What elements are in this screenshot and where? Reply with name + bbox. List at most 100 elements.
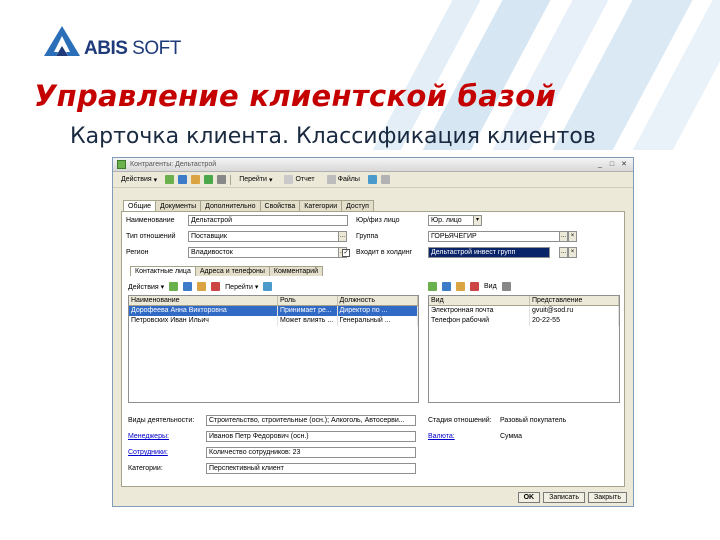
contact-position: Директор по ... bbox=[337, 306, 418, 316]
add-phone-icon[interactable] bbox=[428, 282, 437, 291]
holding-clear-button[interactable]: × bbox=[568, 247, 577, 258]
window-footer: OK Записать Закрыть bbox=[113, 489, 633, 506]
col-kind[interactable]: Вид bbox=[429, 296, 530, 305]
write-button[interactable]: Записать bbox=[543, 492, 586, 503]
contact-name: Дорофеева Анна Викторовна bbox=[129, 306, 278, 316]
ok-button[interactable]: OK bbox=[517, 492, 541, 503]
contacts-table: Наименование Роль Должность Дорофеева Ан… bbox=[128, 295, 419, 403]
window-titlebar: Контрагенты: Дельтастрой _ □ ✕ bbox=[113, 158, 633, 172]
contacts-toolbar: Действия ▾ Перейти ▾ bbox=[128, 280, 273, 293]
legal-label: Юр/физ лицо bbox=[356, 217, 400, 224]
table-row[interactable]: Телефон рабочий 20-22-55 bbox=[429, 316, 619, 326]
subtab-addresses[interactable]: Адреса и телефоны bbox=[194, 266, 270, 276]
table-row[interactable]: Электронная почта gvuit@sod.ru bbox=[429, 306, 619, 316]
currency-link[interactable]: Валюта: bbox=[428, 433, 455, 440]
holding-checkbox[interactable]: ✓ bbox=[342, 249, 350, 257]
minimize-button[interactable]: _ bbox=[595, 160, 605, 169]
toolbar-separator bbox=[230, 174, 232, 185]
activity-field[interactable]: Строительство, строительные (осн.); Алко… bbox=[206, 415, 416, 426]
stage-value: Разовый покупатель bbox=[500, 417, 567, 424]
holding-field[interactable]: Дельтастрой инвест групп bbox=[428, 247, 550, 258]
relation-select-button[interactable]: ... bbox=[338, 231, 347, 242]
col-value[interactable]: Представление bbox=[530, 296, 619, 305]
copy-icon[interactable] bbox=[178, 175, 188, 184]
print-icon[interactable] bbox=[367, 175, 377, 184]
group-clear-button[interactable]: × bbox=[568, 231, 577, 242]
activity-label: Виды деятельности: bbox=[128, 417, 195, 424]
manager-field[interactable]: Иванов Петр Федорович (осн.) bbox=[206, 431, 416, 442]
holding-select-button[interactable]: ... bbox=[559, 247, 568, 258]
legal-field[interactable]: Юр. лицо bbox=[428, 215, 474, 226]
name-field[interactable]: Дельтастрой bbox=[188, 215, 348, 226]
window-app-icon bbox=[117, 160, 126, 169]
refresh-icon[interactable] bbox=[263, 282, 273, 291]
contacts-actions-menu[interactable]: Действия ▾ bbox=[128, 283, 164, 291]
close-button[interactable]: Закрыть bbox=[588, 492, 627, 503]
table-row[interactable]: Петровских Иван Ильич Может влиять ... Г… bbox=[129, 316, 418, 326]
category-label: Категории: bbox=[128, 465, 163, 472]
name-label: Наименование bbox=[126, 217, 175, 224]
contact-position: Генеральный ... bbox=[338, 316, 418, 326]
region-field[interactable]: Владивосток bbox=[188, 247, 339, 258]
contact-role: Может влиять ... bbox=[278, 316, 338, 326]
category-field[interactable]: Перспективный клиент bbox=[206, 463, 416, 474]
group-select-button[interactable]: ... bbox=[559, 231, 568, 242]
group-label: Группа bbox=[356, 233, 379, 240]
copy-phone-icon[interactable] bbox=[442, 282, 451, 291]
phone-value: 20-22-55 bbox=[530, 316, 619, 326]
table-row[interactable]: Дорофеева Анна Викторовна Принимает ре..… bbox=[129, 306, 418, 316]
maximize-button[interactable]: □ bbox=[607, 160, 617, 169]
legal-dropdown-button[interactable]: ▾ bbox=[473, 215, 482, 226]
add-contact-icon[interactable] bbox=[169, 282, 179, 291]
save-icon[interactable] bbox=[204, 175, 214, 184]
contact-name: Петровских Иван Ильич bbox=[129, 316, 278, 326]
relation-label: Тип отношений bbox=[126, 233, 176, 240]
general-panel: Наименование Дельтастрой Тип отношений П… bbox=[121, 211, 625, 487]
delete-phone-icon[interactable] bbox=[470, 282, 479, 291]
goto-menu[interactable]: Перейти ▾ bbox=[235, 174, 276, 186]
contacts-goto-menu[interactable]: Перейти ▾ bbox=[225, 283, 258, 291]
phones-table: Вид Представление Электронная почта gvui… bbox=[428, 295, 620, 403]
group-field[interactable]: ГОРЬЯЧЕГИР bbox=[428, 231, 560, 242]
relation-field[interactable]: Поставщик bbox=[188, 231, 339, 242]
phones-toolbar: Вид bbox=[428, 280, 511, 293]
files-button[interactable]: Файлы bbox=[323, 173, 364, 186]
staff-link[interactable]: Сотрудники: bbox=[128, 449, 168, 456]
delete-contact-icon[interactable] bbox=[211, 282, 221, 291]
col-name[interactable]: Наименование bbox=[129, 296, 278, 305]
history-icon[interactable] bbox=[217, 175, 227, 184]
help-icon[interactable] bbox=[380, 175, 390, 184]
client-card-window: Контрагенты: Дельтастрой _ □ ✕ Действия ▾… bbox=[112, 157, 634, 507]
files-icon bbox=[326, 175, 336, 184]
close-icon[interactable]: ✕ bbox=[619, 160, 629, 169]
phone-value: gvuit@sod.ru bbox=[530, 306, 619, 316]
slide-title: Управление клиентской базой bbox=[34, 79, 557, 113]
phone-kind: Электронная почта bbox=[429, 306, 530, 316]
report-button[interactable]: Отчет bbox=[280, 173, 318, 186]
contacts-header: Наименование Роль Должность bbox=[129, 296, 418, 306]
contact-role: Принимает ре... bbox=[277, 306, 338, 316]
edit-icon[interactable] bbox=[191, 175, 201, 184]
settings-icon[interactable] bbox=[501, 282, 511, 291]
col-role[interactable]: Роль bbox=[278, 296, 338, 305]
new-icon[interactable] bbox=[165, 175, 175, 184]
copy-contact-icon[interactable] bbox=[183, 282, 193, 291]
managers-link[interactable]: Менеджеры: bbox=[128, 433, 169, 440]
holding-label: Входит в холдинг bbox=[356, 249, 413, 256]
region-label: Регион bbox=[126, 249, 149, 256]
phones-view-label[interactable]: Вид bbox=[484, 283, 497, 290]
phone-kind: Телефон рабочий bbox=[429, 316, 530, 326]
actions-menu[interactable]: Действия ▾ bbox=[117, 174, 161, 186]
subtab-comment[interactable]: Комментарий bbox=[268, 266, 323, 276]
main-toolbar: Действия ▾ Перейти ▾ Отчет Файлы bbox=[113, 172, 633, 188]
subtab-contacts[interactable]: Контактные лица bbox=[130, 266, 196, 276]
phones-header: Вид Представление bbox=[429, 296, 619, 306]
col-position[interactable]: Должность bbox=[338, 296, 418, 305]
currency-value: Сумма bbox=[500, 433, 522, 440]
window-title: Контрагенты: Дельтастрой bbox=[130, 161, 217, 168]
edit-contact-icon[interactable] bbox=[197, 282, 207, 291]
slide-subtitle: Карточка клиента. Классификация клиентов bbox=[70, 124, 596, 149]
contact-subtabs: Контактные лица Адреса и телефоны Коммен… bbox=[130, 266, 323, 276]
staff-field[interactable]: Количество сотрудников: 23 bbox=[206, 447, 416, 458]
edit-phone-icon[interactable] bbox=[456, 282, 465, 291]
